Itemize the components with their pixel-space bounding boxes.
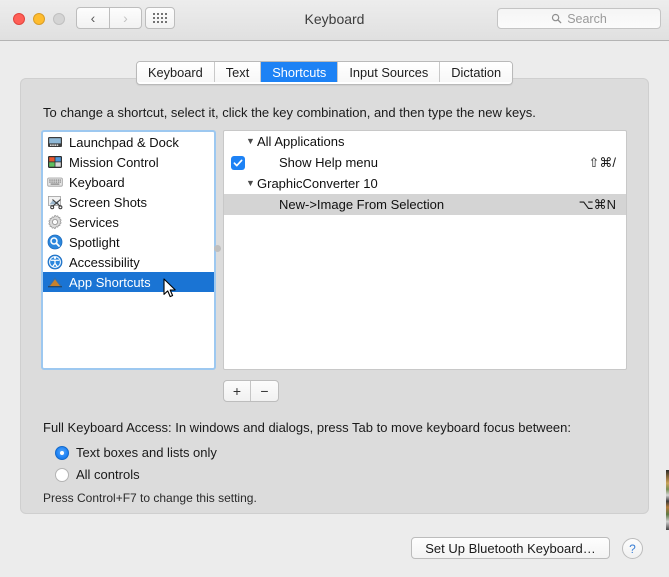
keyboard-access-hint: Press Control+F7 to change this setting. bbox=[43, 491, 257, 505]
app-shortcuts-icon bbox=[48, 277, 62, 288]
category-label: Mission Control bbox=[69, 154, 159, 170]
add-shortcut-button[interactable]: + bbox=[224, 381, 251, 401]
tab-input-sources[interactable]: Input Sources bbox=[338, 62, 441, 82]
search-icon bbox=[552, 13, 562, 24]
category-label: Services bbox=[69, 214, 119, 230]
shortcut-label: New->Image From Selection bbox=[279, 197, 445, 212]
shortcut-group-graphicconverter-10[interactable]: ▼ GraphicConverter 10 bbox=[224, 173, 626, 194]
category-item-mission-control[interactable]: Mission Control bbox=[43, 152, 214, 172]
preference-tabs: Keyboard Text Shortcuts Input Sources Di… bbox=[136, 61, 514, 85]
category-item-launchpad-dock[interactable]: Launchpad & Dock bbox=[43, 132, 214, 152]
spotlight-icon bbox=[47, 234, 63, 250]
category-item-accessibility[interactable]: Accessibility bbox=[43, 252, 214, 272]
shortcut-key-combination[interactable]: ⇧⌘/ bbox=[588, 155, 616, 171]
tab-keyboard[interactable]: Keyboard bbox=[137, 62, 215, 82]
radio-button[interactable] bbox=[55, 467, 69, 482]
services-gear-icon bbox=[48, 214, 62, 230]
category-item-app-shortcuts[interactable]: App Shortcuts bbox=[43, 272, 214, 292]
shortcuts-panel: To change a shortcut, select it, click t… bbox=[20, 78, 649, 514]
shortcut-key-combination[interactable]: ⌥⌘N bbox=[579, 197, 616, 213]
group-label: All Applications bbox=[257, 134, 345, 149]
radio-label: All controls bbox=[76, 467, 140, 482]
shortcut-label: Show Help menu bbox=[279, 155, 378, 170]
category-label: Keyboard bbox=[69, 174, 125, 190]
add-remove-shortcut-buttons: + − bbox=[223, 380, 279, 402]
shortcut-row-new-image-from-selection[interactable]: New->Image From Selection ⌥⌘N bbox=[224, 194, 626, 215]
launchpad-dock-icon bbox=[48, 137, 62, 147]
window-titlebar: ‹ › Keyboard Search bbox=[0, 0, 669, 41]
category-item-spotlight[interactable]: Spotlight bbox=[43, 232, 214, 252]
search-placeholder: Search bbox=[567, 11, 607, 26]
mission-control-icon bbox=[48, 156, 62, 168]
set-up-bluetooth-keyboard-button[interactable]: Set Up Bluetooth Keyboard… bbox=[411, 537, 610, 559]
instruction-text: To change a shortcut, select it, click t… bbox=[43, 105, 536, 120]
tab-dictation[interactable]: Dictation bbox=[440, 62, 513, 82]
shortcut-list[interactable]: ▼ All Applications Show Help menu ⇧⌘/ ▼ … bbox=[223, 130, 627, 370]
category-label: Accessibility bbox=[69, 254, 140, 270]
search-field[interactable]: Search bbox=[497, 8, 661, 29]
tab-shortcuts[interactable]: Shortcuts bbox=[261, 62, 339, 82]
shortcut-category-list[interactable]: Launchpad & Dock Mission Control Keyboar… bbox=[41, 130, 216, 370]
category-label: Spotlight bbox=[69, 234, 120, 250]
category-item-services[interactable]: Services bbox=[43, 212, 214, 232]
radio-option-all-controls[interactable]: All controls bbox=[55, 467, 140, 482]
disclosure-triangle-icon[interactable]: ▼ bbox=[246, 137, 256, 146]
shortcut-group-all-applications[interactable]: ▼ All Applications bbox=[224, 131, 626, 152]
disclosure-triangle-icon[interactable]: ▼ bbox=[246, 179, 256, 188]
category-item-screen-shots[interactable]: Screen Shots bbox=[43, 192, 214, 212]
category-label: Screen Shots bbox=[69, 194, 148, 210]
category-item-keyboard[interactable]: Keyboard bbox=[43, 172, 214, 192]
category-label: Launchpad & Dock bbox=[69, 134, 179, 150]
shortcut-checkbox[interactable] bbox=[231, 155, 245, 170]
remove-shortcut-button[interactable]: − bbox=[251, 381, 278, 401]
keyboard-icon bbox=[47, 177, 63, 187]
checkmark-icon bbox=[233, 159, 243, 166]
help-button[interactable]: ? bbox=[622, 538, 643, 559]
full-keyboard-access-label: Full Keyboard Access: In windows and dia… bbox=[43, 420, 571, 435]
screen-shots-icon bbox=[47, 196, 63, 210]
tab-text[interactable]: Text bbox=[214, 62, 262, 82]
accessibility-icon bbox=[47, 254, 63, 270]
radio-button[interactable] bbox=[55, 445, 69, 460]
radio-option-text-boxes-and-lists-only[interactable]: Text boxes and lists only bbox=[55, 445, 217, 460]
category-label: App Shortcuts bbox=[69, 274, 151, 290]
radio-label: Text boxes and lists only bbox=[76, 445, 217, 460]
group-label: GraphicConverter 10 bbox=[257, 176, 378, 191]
list-resize-handle[interactable] bbox=[214, 245, 221, 252]
shortcut-row-show-help-menu[interactable]: Show Help menu ⇧⌘/ bbox=[224, 152, 626, 173]
